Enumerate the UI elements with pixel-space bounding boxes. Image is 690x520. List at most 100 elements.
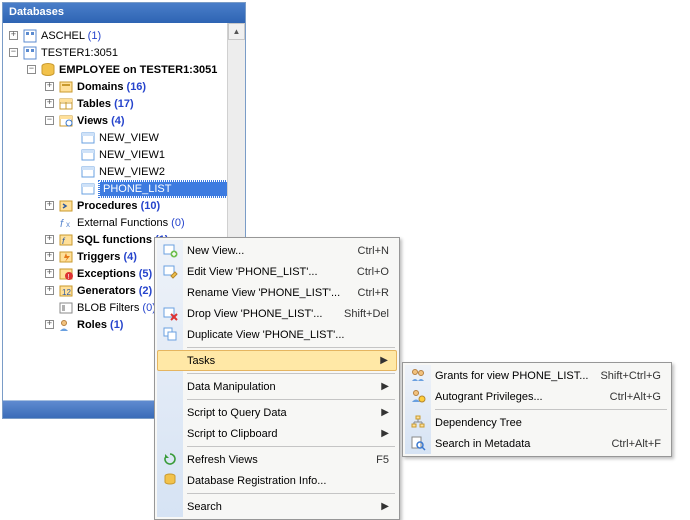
tree-row-tables[interactable]: + Tables (17)	[3, 95, 245, 112]
svg-text:12: 12	[62, 288, 71, 297]
tasks-submenu: Grants for view PHONE_LIST... Shift+Ctrl…	[402, 362, 672, 457]
expand-icon[interactable]: +	[45, 269, 54, 278]
refresh-icon	[162, 451, 178, 467]
menu-duplicate-view[interactable]: Duplicate View 'PHONE_LIST'...	[157, 324, 397, 345]
menu-shortcut: Ctrl+Alt+F	[611, 438, 661, 450]
extfunc-icon: fx	[58, 215, 74, 231]
expand-icon[interactable]: +	[45, 286, 54, 295]
tree-row-tester[interactable]: − TESTER1:3051	[3, 44, 245, 61]
tree-label: Exceptions	[77, 268, 136, 280]
tree-count: (2)	[139, 285, 152, 297]
blob-icon	[58, 300, 74, 316]
server-icon	[22, 28, 38, 44]
menu-shortcut: Ctrl+Alt+G	[610, 391, 661, 403]
tree-label: NEW_VIEW	[99, 132, 159, 144]
tree-label: SQL functions	[77, 234, 152, 246]
collapse-icon[interactable]: −	[27, 65, 36, 74]
tree-row-view0[interactable]: NEW_VIEW	[3, 129, 245, 146]
tree-row-aschel[interactable]: + ASCHEL (1)	[3, 27, 245, 44]
tree-count: (17)	[114, 98, 134, 110]
submenu-grants[interactable]: Grants for view PHONE_LIST... Shift+Ctrl…	[405, 365, 669, 386]
tree-row-domains[interactable]: + Domains (16)	[3, 78, 245, 95]
tree-row-views[interactable]: − Views (4)	[3, 112, 245, 129]
tree-count: (1)	[88, 30, 101, 42]
context-menu: New View... Ctrl+N Edit View 'PHONE_LIST…	[154, 237, 400, 520]
tree-row-view3-selected[interactable]: PHONE_LIST	[3, 180, 245, 197]
menu-label: Drop View 'PHONE_LIST'...	[187, 308, 344, 320]
menu-script-clipboard[interactable]: Script to Clipboard ▶	[157, 423, 397, 444]
tree-label: Roles	[77, 319, 107, 331]
menu-data-manipulation[interactable]: Data Manipulation ▶	[157, 376, 397, 397]
tree-label: BLOB Filters	[77, 302, 139, 314]
menu-label: Search in Metadata	[435, 438, 611, 450]
tree-row-view2[interactable]: NEW_VIEW2	[3, 163, 245, 180]
tree-label: Tables	[77, 98, 111, 110]
tree-count: (1)	[110, 319, 123, 331]
collapse-icon[interactable]: −	[9, 48, 18, 57]
expand-icon[interactable]: +	[45, 320, 54, 329]
tree-label: Triggers	[77, 251, 120, 263]
submenu-arrow-icon: ▶	[381, 381, 389, 392]
menu-label: Data Manipulation	[187, 381, 381, 393]
expand-icon[interactable]: +	[45, 235, 54, 244]
tree-row-procedures[interactable]: + Procedures (10)	[3, 197, 245, 214]
spacer	[67, 150, 76, 159]
menu-label: Refresh Views	[187, 454, 376, 466]
view-icon	[80, 164, 96, 180]
expand-icon[interactable]: +	[9, 31, 18, 40]
menu-script-query[interactable]: Script to Query Data ▶	[157, 402, 397, 423]
procedures-icon	[58, 198, 74, 214]
tree-label: Procedures	[77, 200, 138, 212]
menu-shortcut: Ctrl+R	[358, 287, 389, 299]
tree-row-employee[interactable]: − EMPLOYEE on TESTER1:3051	[3, 61, 245, 78]
spacer	[67, 184, 76, 193]
sqlfunc-icon: f	[58, 232, 74, 248]
submenu-searchmeta[interactable]: Search in Metadata Ctrl+Alt+F	[405, 433, 669, 454]
menu-label: New View...	[187, 245, 358, 257]
menu-shortcut: F5	[376, 454, 389, 466]
menu-edit-view[interactable]: Edit View 'PHONE_LIST'... Ctrl+O	[157, 261, 397, 282]
tree-row-view1[interactable]: NEW_VIEW1	[3, 146, 245, 163]
server-icon	[22, 45, 38, 61]
expand-icon[interactable]: +	[45, 252, 54, 261]
menu-label: Grants for view PHONE_LIST...	[435, 370, 600, 382]
menu-separator	[435, 409, 667, 410]
menu-drop-view[interactable]: Drop View 'PHONE_LIST'... Shift+Del	[157, 303, 397, 324]
menu-label: Autogrant Privileges...	[435, 391, 610, 403]
expand-icon[interactable]: +	[45, 99, 54, 108]
submenu-autogrant[interactable]: Autogrant Privileges... Ctrl+Alt+G	[405, 386, 669, 407]
menu-shortcut: Shift+Ctrl+G	[600, 370, 661, 382]
menu-search[interactable]: Search ▶	[157, 496, 397, 517]
svg-text:x: x	[66, 220, 70, 229]
duplicate-view-icon	[162, 326, 178, 342]
spacer	[45, 218, 54, 227]
menu-separator	[187, 347, 395, 348]
generators-icon: 12	[58, 283, 74, 299]
submenu-deptree[interactable]: Dependency Tree	[405, 412, 669, 433]
collapse-icon[interactable]: −	[45, 116, 54, 125]
submenu-arrow-icon: ▶	[381, 407, 389, 418]
exceptions-icon: !	[58, 266, 74, 282]
scroll-up-icon[interactable]: ▲	[228, 23, 245, 40]
tree-count: (5)	[139, 268, 152, 280]
tree-label: Domains	[77, 81, 123, 93]
grants-icon	[410, 367, 426, 383]
expand-icon[interactable]: +	[45, 201, 54, 210]
searchmeta-icon	[410, 435, 426, 451]
view-icon	[80, 130, 96, 146]
tree-label: External Functions	[77, 217, 168, 229]
edit-view-icon	[162, 263, 178, 279]
menu-refresh[interactable]: Refresh Views F5	[157, 449, 397, 470]
tree-count: (16)	[127, 81, 147, 93]
menu-tasks[interactable]: Tasks ▶	[157, 350, 397, 371]
view-icon	[80, 147, 96, 163]
svg-text:f: f	[60, 218, 64, 230]
menu-dbreg[interactable]: Database Registration Info...	[157, 470, 397, 491]
expand-icon[interactable]: +	[45, 82, 54, 91]
domains-icon	[58, 79, 74, 95]
menu-label: Edit View 'PHONE_LIST'...	[187, 266, 357, 278]
new-view-icon	[162, 242, 178, 258]
menu-rename-view[interactable]: Rename View 'PHONE_LIST'... Ctrl+R	[157, 282, 397, 303]
menu-new-view[interactable]: New View... Ctrl+N	[157, 240, 397, 261]
tree-row-extfunc[interactable]: fx External Functions (0)	[3, 214, 245, 231]
